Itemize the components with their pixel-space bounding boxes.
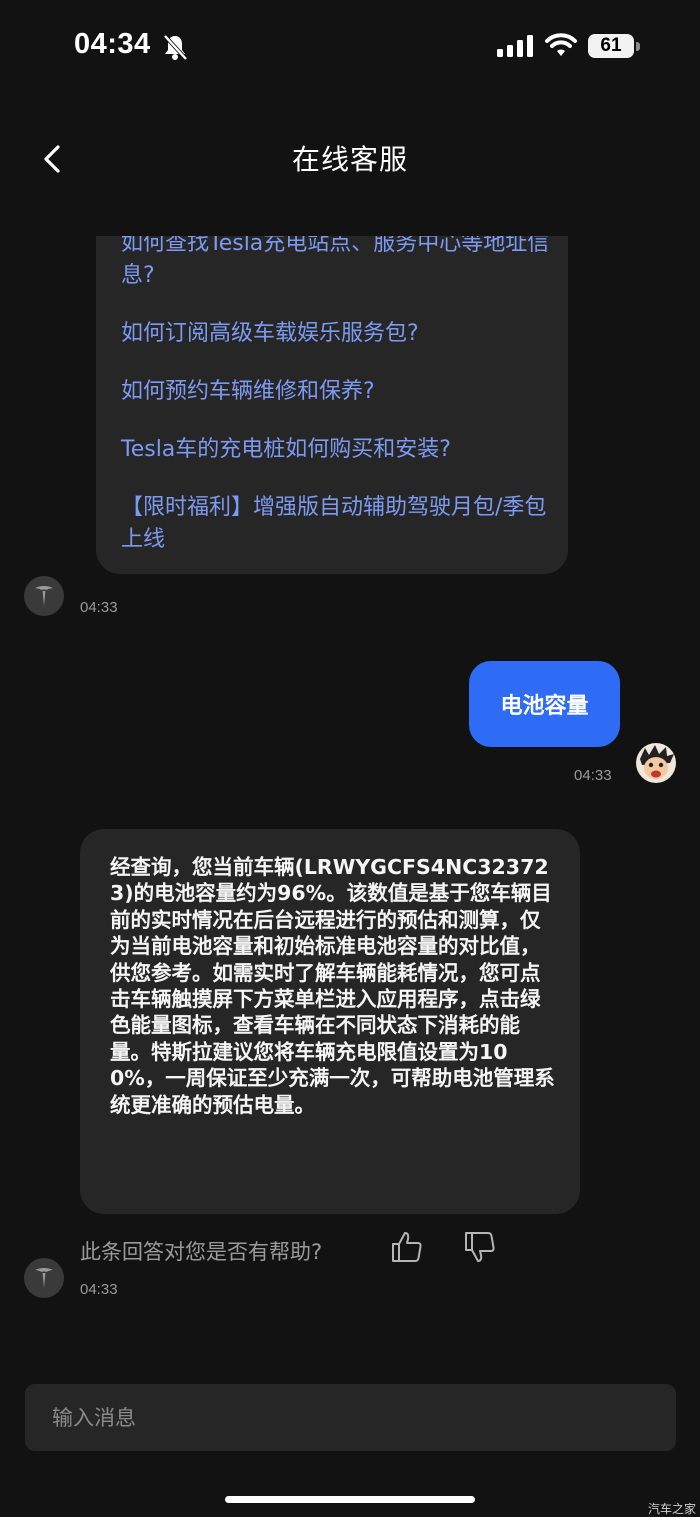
thumbs-up-icon[interactable] — [390, 1230, 424, 1264]
faq-link[interactable]: 如何查找Tesla充电站点、服务中心等地址信息? — [121, 236, 551, 292]
faq-link[interactable]: 如何预约车辆维修和保养? — [121, 376, 551, 408]
message-input[interactable] — [25, 1384, 676, 1451]
tesla-logo-icon — [35, 586, 53, 606]
answer-text: 经查询，您当前车辆(LRWYGCFS4NC323723)的电池容量约为96%。该… — [110, 855, 555, 1117]
message-timestamp: 04:33 — [80, 599, 118, 616]
answer-bubble: 经查询，您当前车辆(LRWYGCFS4NC323723)的电池容量约为96%。该… — [80, 829, 580, 1214]
chat-area[interactable]: 如何查找Tesla充电站点、服务中心等地址信息? 如何订阅高级车载娱乐服务包? … — [0, 236, 700, 1376]
feedback-prompt: 此条回答对您是否有帮助? — [80, 1240, 323, 1264]
tesla-logo-icon — [35, 1268, 53, 1288]
thumbs-down-icon[interactable] — [463, 1230, 497, 1264]
watermark: 汽车之家 — [648, 1502, 697, 1516]
user-avatar — [636, 743, 676, 783]
battery-cap — [636, 42, 640, 51]
user-message-bubble: 电池容量 — [469, 661, 620, 747]
faq-link[interactable]: Tesla车的充电桩如何购买和安装? — [121, 434, 551, 466]
faq-bubble: 如何查找Tesla充电站点、服务中心等地址信息? 如何订阅高级车载娱乐服务包? … — [96, 236, 568, 574]
user-message-text: 电池容量 — [500, 694, 589, 719]
faq-link[interactable]: 如何订阅高级车载娱乐服务包? — [121, 318, 551, 350]
bot-avatar — [24, 576, 64, 616]
bot-avatar — [24, 1258, 64, 1298]
wifi-icon — [545, 33, 577, 56]
home-indicator[interactable] — [225, 1496, 475, 1503]
status-time: 04:34 — [74, 28, 151, 60]
faq-list: 如何查找Tesla充电站点、服务中心等地址信息? 如何订阅高级车载娱乐服务包? … — [121, 236, 551, 582]
message-timestamp: 04:33 — [574, 767, 612, 784]
page-title: 在线客服 — [291, 143, 408, 176]
faq-link[interactable]: 【限时福利】增强版自动辅助驾驶月包/季包上线 — [121, 492, 551, 556]
feedback-row: 此条回答对您是否有帮助? — [80, 1231, 540, 1271]
bell-slash-icon — [163, 34, 188, 61]
message-timestamp: 04:33 — [80, 1281, 118, 1298]
status-bar: 04:34 61 — [0, 0, 700, 95]
message-input-bar[interactable] — [25, 1384, 676, 1451]
signal-icon — [497, 35, 533, 57]
nav-bar: 在线客服 — [0, 110, 700, 205]
battery-icon: 61 — [588, 34, 634, 58]
